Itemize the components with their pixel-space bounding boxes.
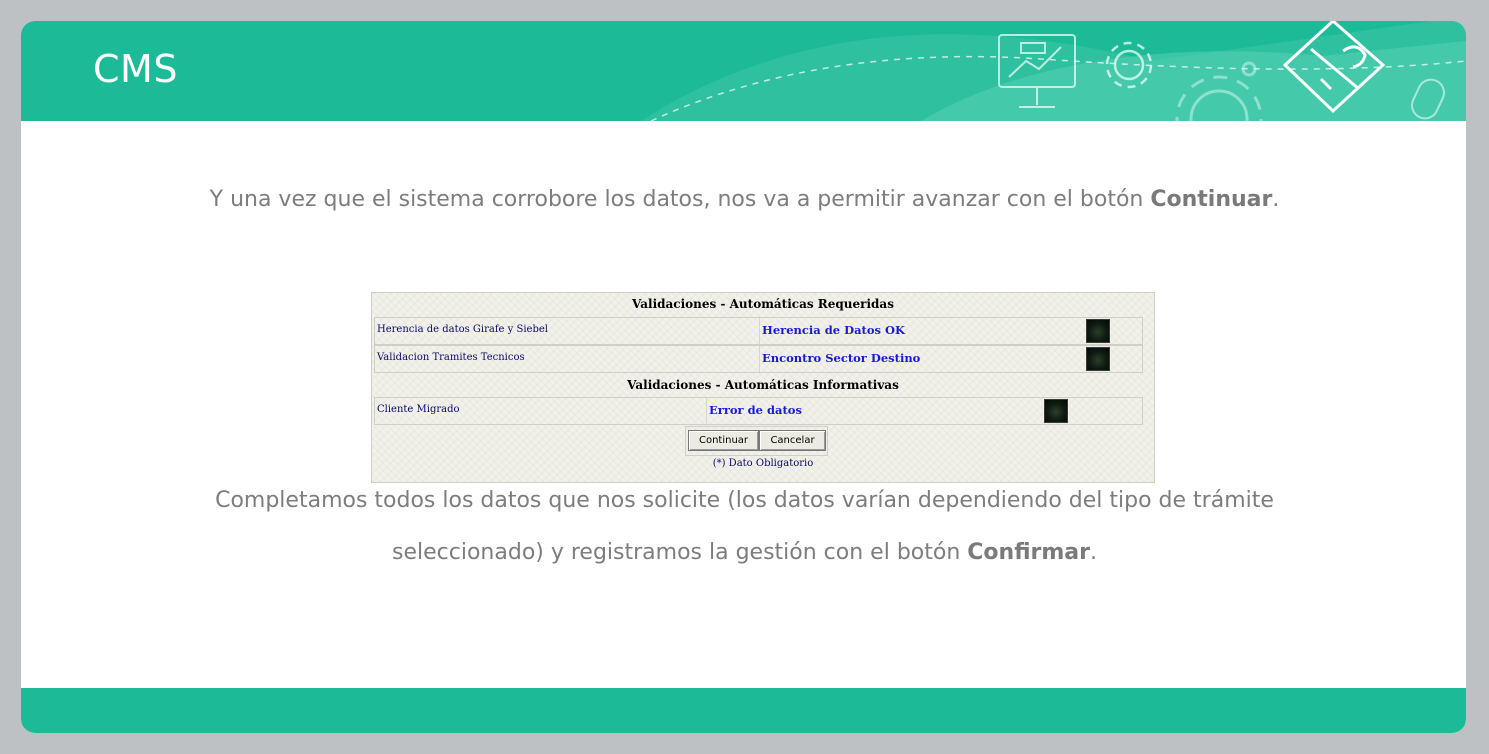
intro-paragraph: Y una vez que el sistema corrobore los d… [0,187,1489,212]
table-row: Cliente Migrado Error de datos [374,397,1143,425]
validation-form-screenshot: Validaciones - Automáticas Requeridas He… [371,292,1155,483]
row-label: Herencia de datos Girafe y Siebel [377,324,548,335]
section-title-informative: Validaciones - Automáticas Informativas [627,378,899,392]
outro-text: seleccionado) y registramos la gestión c… [392,540,968,565]
outro-end: . [1089,540,1097,565]
status-led-icon [1044,399,1068,423]
intro-end: . [1272,187,1280,212]
row-value: Herencia de Datos OK [762,323,906,337]
cancel-button[interactable]: Cancelar [759,430,826,451]
table-row: Herencia de datos Girafe y Siebel Herenc… [374,317,1143,345]
status-led-icon [1086,347,1110,371]
outro-bold: Confirmar [967,540,1090,565]
continue-button[interactable]: Continuar [688,430,759,451]
required-note: (*) Dato Obligatorio [712,458,814,469]
button-group: Continuar Cancelar [685,426,828,456]
row-label: Validacion Tramites Tecnicos [377,352,525,363]
page-title: CMS [93,47,178,91]
header-decoration [641,21,1466,121]
footer-bar [21,688,1466,733]
table-row: Validacion Tramites Tecnicos Encontro Se… [374,345,1143,373]
row-value: Error de datos [709,403,802,417]
row-value: Encontro Sector Destino [762,351,921,365]
status-led-icon [1086,319,1110,343]
intro-bold: Continuar [1150,187,1273,212]
intro-text: Y una vez que el sistema corrobore los d… [209,187,1151,212]
header-banner: CMS [21,21,1466,121]
outro-line-1: Completamos todos los datos que nos soli… [215,488,1274,513]
row-label: Cliente Migrado [377,404,460,415]
outro-line-2: seleccionado) y registramos la gestión c… [0,540,1489,565]
section-title-required: Validaciones - Automáticas Requeridas [632,297,894,311]
